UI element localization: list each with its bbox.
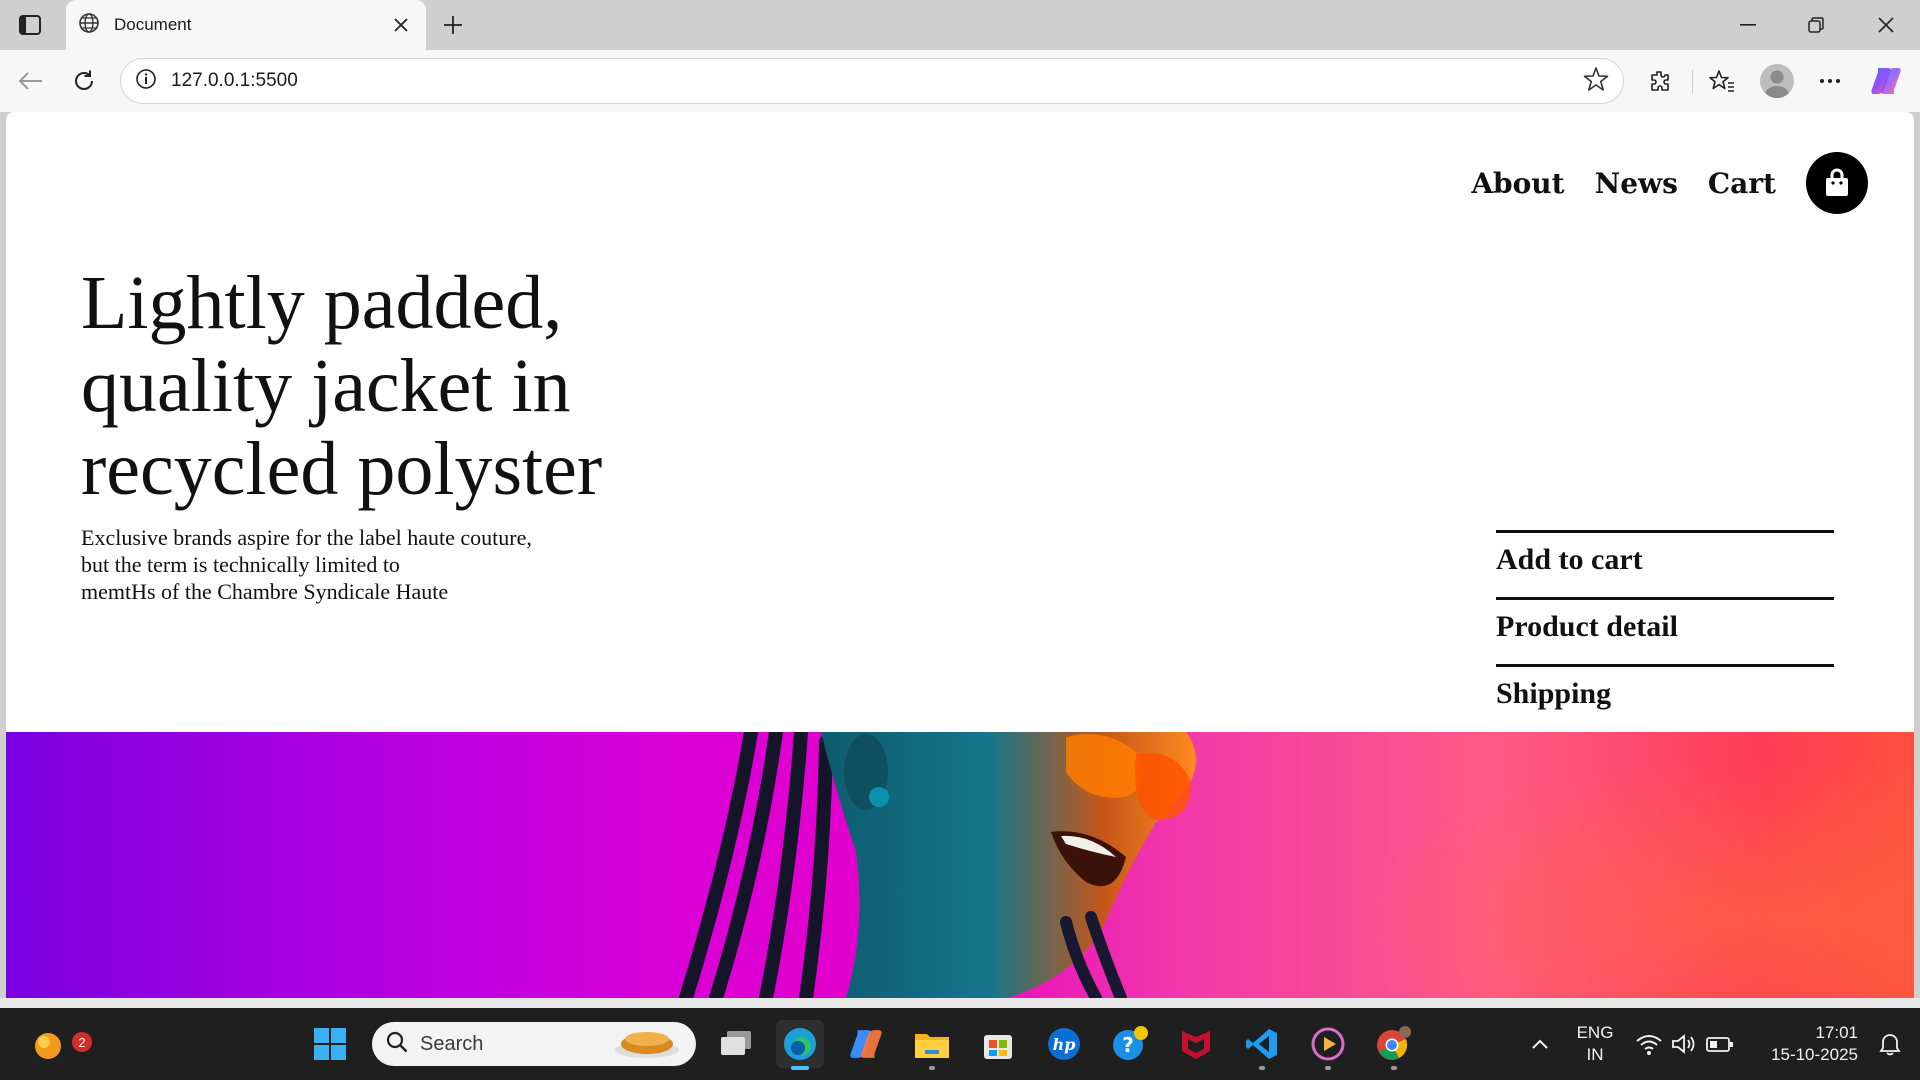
globe-icon: [78, 12, 100, 38]
browser-tab-strip: Document: [0, 0, 1920, 50]
url-text[interactable]: 127.0.0.1:5500: [171, 70, 1583, 92]
profile-icon[interactable]: [1760, 64, 1794, 98]
shipping-link[interactable]: Shipping: [1496, 664, 1834, 731]
new-tab-button[interactable]: [436, 8, 470, 42]
copilot-icon[interactable]: [1868, 63, 1904, 99]
notification-badge: 2: [72, 1032, 92, 1052]
language-code: ENG: [1576, 1023, 1614, 1042]
tab-actions-icon[interactable]: [14, 10, 46, 40]
copilot-taskbar-icon[interactable]: [842, 1020, 890, 1068]
chrome-icon[interactable]: [1370, 1020, 1418, 1070]
taskbar-search-box[interactable]: Search: [372, 1022, 696, 1066]
clock[interactable]: 17:01 15-10-2025: [1754, 1022, 1858, 1066]
vscode-icon[interactable]: [1238, 1020, 1286, 1070]
running-indicator: [1259, 1066, 1265, 1070]
active-indicator: [791, 1066, 809, 1070]
info-icon[interactable]: [135, 68, 157, 94]
hero-title: Lightly padded, quality jacket in recycl…: [81, 261, 603, 511]
close-tab-icon[interactable]: [388, 12, 414, 38]
notification-center-icon[interactable]: [1866, 1020, 1914, 1068]
hero-description-line: but the term is technically limited to: [81, 552, 400, 577]
browser-tab[interactable]: Document: [66, 0, 426, 50]
close-window-icon[interactable]: [1858, 6, 1914, 44]
microsoft-store-icon[interactable]: [974, 1020, 1022, 1068]
top-nav: About News Cart: [1471, 152, 1868, 214]
media-player-icon[interactable]: [1304, 1020, 1352, 1070]
favorites-icon[interactable]: [1704, 63, 1740, 99]
search-icon: [386, 1031, 408, 1057]
product-links: Add to cart Product detail Shipping: [1496, 530, 1834, 731]
hero-description-line: Exclusive brands aspire for the label ha…: [81, 525, 532, 550]
language-indicator[interactable]: ENG IN: [1574, 1022, 1616, 1066]
mcafee-icon[interactable]: [1172, 1020, 1220, 1068]
cart-button[interactable]: [1806, 152, 1868, 214]
tab-title: Document: [114, 15, 192, 34]
nav-about-link[interactable]: About: [1471, 167, 1564, 200]
hero-banner-image: [6, 732, 1914, 998]
browser-toolbar: 127.0.0.1:5500: [0, 50, 1920, 112]
system-status-icons[interactable]: [1632, 1020, 1742, 1068]
restore-icon[interactable]: [1788, 6, 1844, 44]
chevron-up-icon[interactable]: [1516, 1020, 1564, 1068]
battery-icon: [1706, 1037, 1733, 1052]
hero-description-line: memtHs of the Chambre Syndicale Haute: [81, 579, 449, 604]
hp-icon[interactable]: hp: [1040, 1020, 1088, 1068]
edge-taskbar-icon[interactable]: [776, 1020, 824, 1070]
file-explorer-icon[interactable]: [908, 1020, 956, 1070]
star-icon[interactable]: [1583, 66, 1609, 96]
nav-news-link[interactable]: News: [1595, 167, 1678, 200]
start-button-icon[interactable]: [306, 1020, 354, 1068]
windows-taskbar: 2 Search hp ? ENG IN 17:01 15-10-2025: [0, 1008, 1920, 1080]
model-photo: [679, 732, 1914, 998]
search-highlight-icon: [612, 1024, 682, 1064]
shopping-bag-icon: [1826, 168, 1848, 196]
toolbar-separator: [1692, 70, 1693, 94]
search-placeholder: Search: [420, 1032, 484, 1055]
get-help-icon[interactable]: ?: [1106, 1020, 1154, 1068]
refresh-icon[interactable]: [66, 63, 102, 99]
task-view-icon[interactable]: [712, 1020, 760, 1068]
viewport-bottom-edge: [0, 998, 1920, 1008]
weather-widget-icon[interactable]: 2: [24, 1020, 92, 1068]
nav-cart-link[interactable]: Cart: [1708, 167, 1776, 200]
more-icon[interactable]: [1812, 63, 1848, 99]
product-detail-link[interactable]: Product detail: [1496, 597, 1834, 664]
minimize-icon[interactable]: [1720, 6, 1776, 44]
extensions-icon[interactable]: [1642, 63, 1678, 99]
running-indicator: [1391, 1066, 1397, 1070]
svg-text:hp: hp: [1053, 1035, 1076, 1054]
address-bar[interactable]: 127.0.0.1:5500: [120, 58, 1624, 104]
clock-time: 17:01: [1815, 1023, 1858, 1042]
volume-icon: [1672, 1034, 1695, 1054]
running-indicator: [1325, 1066, 1331, 1070]
running-indicator: [929, 1066, 935, 1070]
wifi-icon: [1636, 1035, 1662, 1055]
svg-text:?: ?: [1122, 1033, 1134, 1057]
clock-date: 15-10-2025: [1771, 1045, 1858, 1064]
page-viewport: About News Cart Lightly padded, quality …: [6, 112, 1914, 998]
add-to-cart-link[interactable]: Add to cart: [1496, 530, 1834, 597]
hero-description: Exclusive brands aspire for the label ha…: [81, 524, 601, 605]
region-code: IN: [1586, 1045, 1604, 1064]
back-arrow-icon[interactable]: [12, 63, 48, 99]
